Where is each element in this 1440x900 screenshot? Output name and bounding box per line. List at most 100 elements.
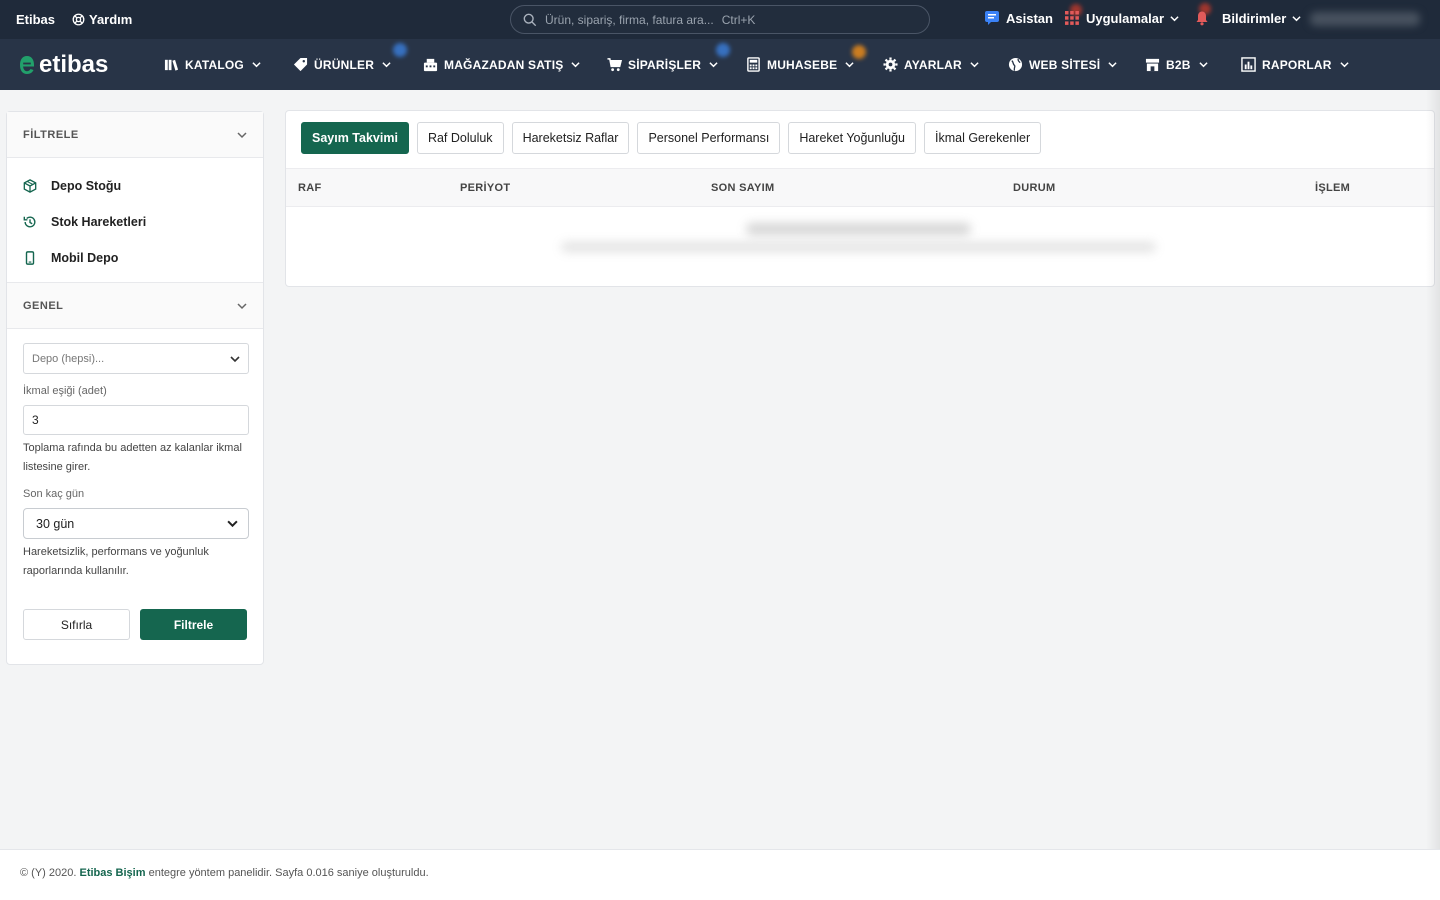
- register-icon: [423, 58, 438, 72]
- nav-label: MAĞAZADAN SATIŞ: [444, 57, 564, 72]
- tab-hareketsiz-raflar[interactable]: Hareketsiz Raflar: [511, 122, 630, 154]
- nav-muhasebe[interactable]: MUHASEBE: [746, 57, 854, 72]
- nav-b2b[interactable]: B2B: [1145, 57, 1208, 72]
- chevron-down-icon: [1340, 62, 1349, 68]
- restock-threshold-input[interactable]: 3: [23, 405, 249, 435]
- chevron-down-icon: [252, 62, 261, 68]
- mobile-icon: [25, 251, 35, 265]
- sidebar-item-mobil-depo[interactable]: Mobil Depo: [7, 240, 263, 276]
- gear-icon: [883, 57, 898, 72]
- nav-label: WEB SİTESİ: [1029, 57, 1101, 72]
- footer-company-link[interactable]: Etibas Bişim: [79, 867, 145, 879]
- warehouse-select[interactable]: Depo (hepsi)...: [23, 343, 249, 374]
- column-header-son-sayim[interactable]: SON SAYIM: [711, 182, 774, 194]
- filter-form: Depo (hepsi)... İkmal eşiği (adet) 3 Top…: [7, 329, 263, 654]
- nav-web-sitesi[interactable]: WEB SİTESİ: [1008, 57, 1117, 72]
- top-bar: Etibas Yardım Ürün, sipariş, firma, fatu…: [0, 0, 1440, 39]
- days-value: 30 gün: [36, 516, 75, 531]
- report-tabs: Sayım Takvimi Raf Doluluk Hareketsiz Raf…: [301, 122, 1042, 154]
- nav-raporlar[interactable]: RAPORLAR: [1241, 57, 1349, 72]
- tag-icon: [293, 57, 308, 72]
- footer-prefix: © (Y) 2020.: [20, 867, 77, 879]
- bell-icon: [1196, 11, 1208, 26]
- tab-raf-doluluk[interactable]: Raf Doluluk: [416, 122, 504, 154]
- reset-button[interactable]: Sıfırla: [23, 609, 131, 640]
- restock-threshold-label: İkmal eşiği (adet): [23, 385, 107, 397]
- search-placeholder: Ürün, sipariş, firma, fatura ara...: [545, 12, 714, 27]
- tab-ikmal-gerekenler[interactable]: İkmal Gerekenler: [923, 122, 1042, 154]
- restock-threshold-help: Toplama rafında bu adetten az kalanlar i…: [23, 442, 242, 473]
- column-header-raf[interactable]: RAF: [298, 182, 322, 194]
- footer-suffix: entegre yöntem panelidir. Sayfa 0.016 sa…: [148, 867, 429, 879]
- notifications-menu[interactable]: Bildirimler: [1194, 10, 1301, 26]
- chevron-down-icon: [571, 62, 581, 68]
- products-badge: [393, 43, 407, 57]
- calculator-icon: [747, 57, 760, 72]
- nav-label: MUHASEBE: [767, 57, 838, 72]
- tab-hareket-yogunlugu[interactable]: Hareket Yoğunluğu: [788, 122, 916, 154]
- chevron-down-icon: [382, 62, 391, 68]
- assistant-button[interactable]: Asistan: [984, 10, 1053, 26]
- nav-katalog[interactable]: KATALOG: [164, 57, 261, 72]
- store-icon: [1145, 58, 1160, 72]
- nav-magazadan-satis[interactable]: MAĞAZADAN SATIŞ: [423, 57, 581, 72]
- chevron-down-icon: [709, 62, 718, 68]
- nav-ayarlar[interactable]: AYARLAR: [883, 57, 979, 72]
- chat-icon: [985, 11, 999, 25]
- user-menu[interactable]: [1310, 12, 1420, 26]
- nav-label: RAPORLAR: [1262, 57, 1332, 72]
- chevron-down-icon: [227, 520, 238, 528]
- chevron-down-icon: [1292, 15, 1301, 21]
- chevron-down-icon: [237, 302, 247, 309]
- tab-sayim-takvimi[interactable]: Sayım Takvimi: [301, 122, 409, 154]
- orders-badge: [716, 43, 730, 57]
- chevron-down-icon: [1199, 62, 1208, 68]
- history-icon: [23, 216, 36, 228]
- logo-icon: [20, 56, 34, 74]
- chevron-down-icon: [1108, 62, 1117, 68]
- search-shortcut: Ctrl+K: [721, 12, 756, 27]
- cube-icon: [23, 179, 37, 193]
- sidebar-item-label: Mobil Depo: [51, 251, 119, 265]
- filter-title: FİLTRELE: [23, 128, 79, 141]
- report-icon: [1241, 57, 1256, 72]
- sidebar-item-depo-stogu[interactable]: Depo Stoğu: [7, 168, 263, 204]
- grid-icon: [1065, 11, 1079, 25]
- column-header-durum[interactable]: DURUM: [1013, 182, 1055, 194]
- nav-label: ÜRÜNLER: [314, 57, 375, 72]
- sidebar-item-stok-hareketleri[interactable]: Stok Hareketleri: [7, 204, 263, 240]
- scroll-shadow: [1426, 90, 1440, 900]
- cart-icon: [607, 58, 622, 72]
- nav-label: AYARLAR: [904, 57, 962, 72]
- filter-sidebar: FİLTRELE Depo Stoğu Stok Hareketleri Mob…: [6, 111, 264, 665]
- chevron-down-icon: [230, 355, 240, 362]
- notifications-label: Bildirimler: [1222, 10, 1287, 26]
- search-icon: [523, 13, 537, 26]
- column-header-islem[interactable]: İŞLEM: [1315, 182, 1350, 194]
- assistant-label: Asistan: [1006, 10, 1053, 26]
- footer-text: © (Y) 2020. Etibas Bişim entegre yöntem …: [20, 867, 429, 879]
- nav-label: B2B: [1166, 57, 1191, 72]
- brand-link[interactable]: Etibas: [16, 12, 55, 27]
- logo-text: etibas: [39, 51, 109, 78]
- column-header-periyot[interactable]: PERİYOT: [460, 182, 510, 194]
- general-title: GENEL: [23, 299, 64, 312]
- sidebar-item-label: Depo Stoğu: [51, 179, 122, 193]
- help-link[interactable]: Yardım: [72, 12, 132, 27]
- chevron-down-icon: [970, 62, 979, 68]
- empty-state-title: [746, 223, 971, 235]
- logo[interactable]: etibas: [18, 51, 108, 79]
- apps-menu[interactable]: Uygulamalar: [1064, 10, 1179, 26]
- form-actions: Sıfırla Filtrele: [23, 609, 247, 640]
- nav-urunler[interactable]: ÜRÜNLER: [293, 57, 391, 72]
- table-header: RAF PERİYOT SON SAYIM DURUM İŞLEM: [286, 168, 1434, 207]
- general-section-header[interactable]: GENEL: [7, 283, 263, 329]
- filter-section-header[interactable]: FİLTRELE: [7, 112, 263, 158]
- days-select[interactable]: 30 gün: [23, 508, 249, 539]
- days-label: Son kaç gün: [23, 488, 85, 500]
- nav-siparisler[interactable]: SİPARİŞLER: [607, 57, 718, 72]
- global-search[interactable]: Ürün, sipariş, firma, fatura ara... Ctrl…: [510, 5, 930, 34]
- report-panel: Sayım Takvimi Raf Doluluk Hareketsiz Raf…: [285, 110, 1435, 287]
- filter-button[interactable]: Filtrele: [140, 609, 247, 640]
- tab-personel-performansi[interactable]: Personel Performansı: [637, 122, 781, 154]
